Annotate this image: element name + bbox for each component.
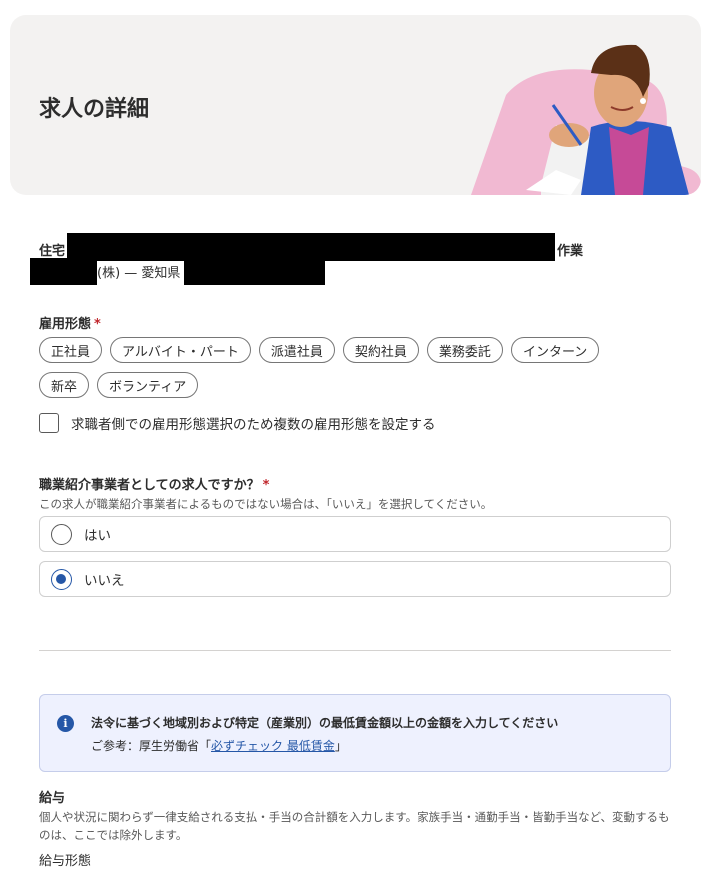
radio-button-no[interactable] xyxy=(51,568,72,590)
radio-label-no: いいえ xyxy=(84,573,125,589)
header-card: 求人の詳細 xyxy=(10,15,701,195)
chip-intern[interactable]: インターン xyxy=(510,337,600,363)
chip-part-time[interactable]: アルバイト・パート xyxy=(110,337,251,363)
address-suffix: 作業 xyxy=(557,244,584,259)
radio-label-yes: はい xyxy=(84,528,111,544)
salary-label: 給与 xyxy=(39,791,66,806)
multi-employment-checkbox[interactable] xyxy=(39,413,59,433)
radio-button-yes[interactable] xyxy=(51,523,72,545)
redacted-block xyxy=(67,233,555,261)
radio-option-no[interactable]: いいえ xyxy=(39,561,671,597)
notice-reference: ご参考：厚生労働省「必ずチェック 最低賃金」 xyxy=(91,739,347,753)
chip-volunteer[interactable]: ボランティア xyxy=(97,372,199,398)
multi-employment-checkbox-row[interactable]: 求職者側での雇用形態選択のため複数の雇用形態を設定する xyxy=(39,413,436,433)
address-prefix: 住宅 xyxy=(39,244,66,259)
salary-type-label: 給与形態 xyxy=(39,854,92,869)
chip-shinsotsu[interactable]: 新卒 xyxy=(39,372,90,398)
section-divider xyxy=(39,650,671,651)
chip-seishain[interactable]: 正社員 xyxy=(39,337,103,363)
agency-question-label: 職業紹介事業者としての求人ですか？ * xyxy=(39,478,270,493)
redacted-block xyxy=(30,258,97,285)
person-illustration xyxy=(471,44,701,195)
employment-chip-row: 正社員 アルバイト・パート 派遣社員 契約社員 業務委託 インターン xyxy=(39,337,600,363)
minimum-wage-notice: i 法令に基づく地域別および特定（産業別）の最低賃金額以上の金額を入力してくださ… xyxy=(39,694,671,772)
page-title: 求人の詳細 xyxy=(39,97,150,122)
chip-keiyaku[interactable]: 契約社員 xyxy=(342,337,419,363)
info-icon: i xyxy=(57,715,74,732)
chip-gyomu-itaku[interactable]: 業務委託 xyxy=(426,337,503,363)
company-suffix: (株) — 愛知県 xyxy=(97,266,181,281)
salary-description: 個人や状況に関わらず一律支給される支払・手当の合計額を入力します。家族手当・通勤… xyxy=(39,810,670,842)
chip-haken[interactable]: 派遣社員 xyxy=(258,337,335,363)
multi-employment-label: 求職者側での雇用形態選択のため複数の雇用形態を設定する xyxy=(71,417,436,433)
required-marker: * xyxy=(94,317,101,332)
radio-option-yes[interactable]: はい xyxy=(39,516,671,552)
required-marker: * xyxy=(262,478,270,493)
minimum-wage-link[interactable]: 必ずチェック 最低賃金 xyxy=(211,739,335,753)
redacted-block xyxy=(184,258,325,285)
notice-title: 法令に基づく地域別および特定（産業別）の最低賃金額以上の金額を入力してください xyxy=(91,716,559,730)
employment-chip-row: 新卒 ボランティア xyxy=(39,372,199,398)
employment-type-label: 雇用形態 * xyxy=(39,317,101,332)
agency-question-helper: この求人が職業紹介事業者によるものではない場合は、「いいえ」を選択してください。 xyxy=(39,497,493,511)
